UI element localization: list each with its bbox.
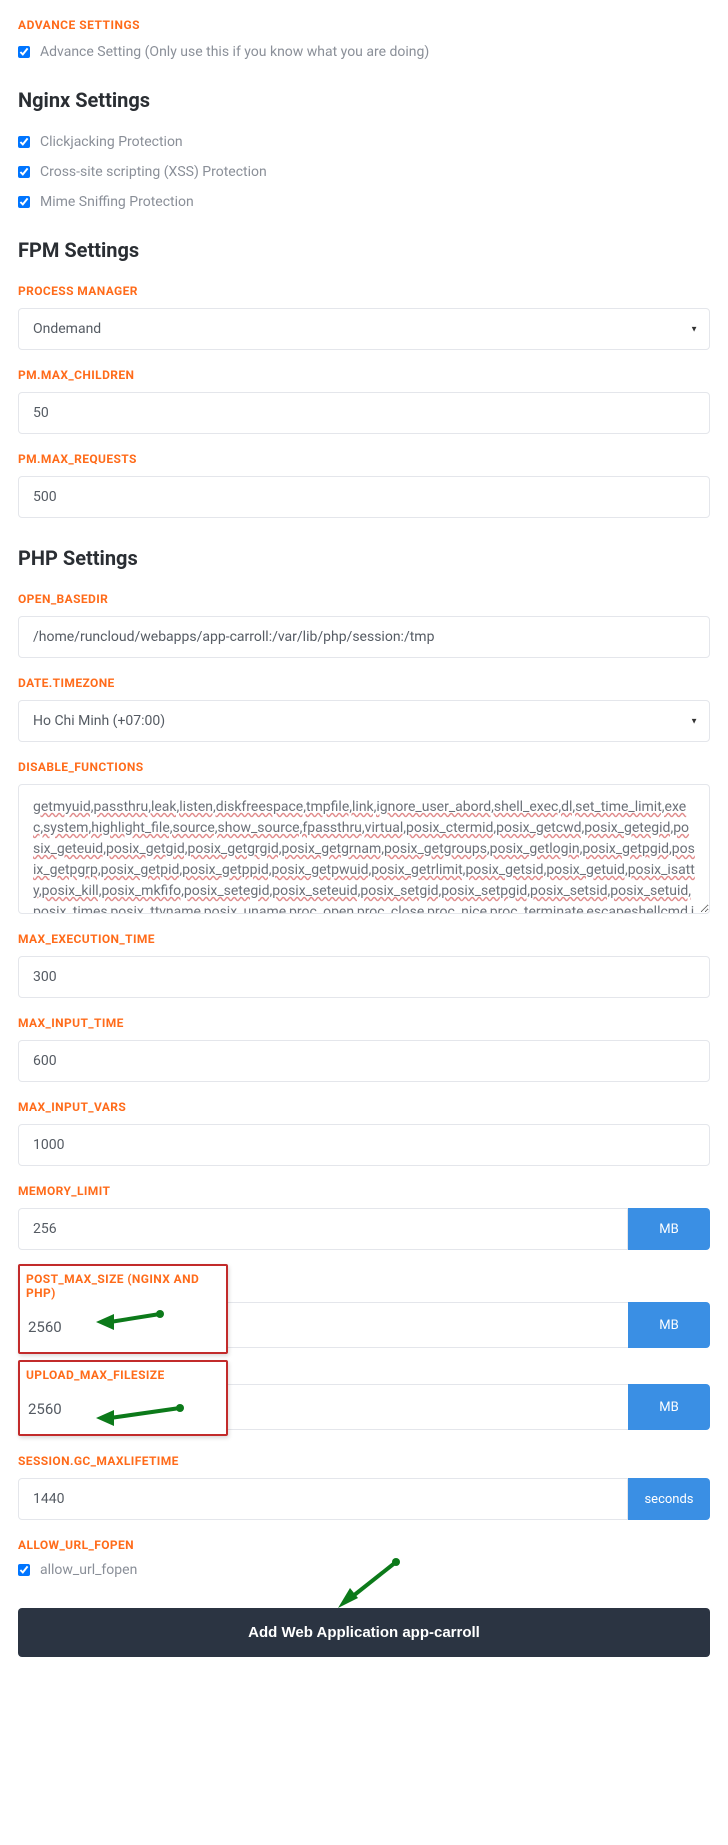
xss-checkbox[interactable]	[18, 166, 30, 178]
max-execution-time-label: MAX_EXECUTION_TIME	[18, 932, 710, 946]
upload-max-filesize-label: UPLOAD_MAX_FILESIZE	[26, 1368, 218, 1382]
max-input-time-input[interactable]	[18, 1040, 710, 1082]
process-manager-select[interactable]: Ondemand	[18, 308, 710, 350]
session-gc-label: SESSION.GC_MAXLIFETIME	[18, 1454, 710, 1468]
post-max-size-input[interactable]	[26, 1308, 218, 1346]
mime-label: Mime Sniffing Protection	[40, 194, 194, 210]
disable-functions-label: DISABLE_FUNCTIONS	[18, 760, 710, 774]
memory-limit-label: MEMORY_LIMIT	[18, 1184, 710, 1198]
pm-max-requests-input[interactable]	[18, 476, 710, 518]
timezone-select[interactable]: Ho Chi Minh (+07:00)	[18, 700, 710, 742]
mb-suffix: MB	[628, 1302, 710, 1348]
pm-max-requests-label: PM.MAX_REQUESTS	[18, 452, 710, 466]
fpm-settings-heading: FPM Settings	[18, 238, 710, 262]
max-execution-time-input[interactable]	[18, 956, 710, 998]
clickjacking-checkbox[interactable]	[18, 136, 30, 148]
mb-suffix: MB	[628, 1384, 710, 1430]
upload-max-filesize-highlight: UPLOAD_MAX_FILESIZE	[18, 1360, 228, 1436]
xss-label: Cross-site scripting (XSS) Protection	[40, 164, 267, 180]
timezone-label: DATE.TIMEZONE	[18, 676, 710, 690]
clickjacking-row[interactable]: Clickjacking Protection	[18, 134, 710, 150]
advance-setting-checkbox-row[interactable]: Advance Setting (Only use this if you kn…	[18, 44, 710, 60]
disable-functions-textarea[interactable]: getmyuid,passthru,leak,listen,diskfreesp…	[18, 784, 710, 914]
php-settings-heading: PHP Settings	[18, 546, 710, 570]
advance-setting-checkbox[interactable]	[18, 46, 30, 58]
max-input-time-label: MAX_INPUT_TIME	[18, 1016, 710, 1030]
advance-setting-label: Advance Setting (Only use this if you kn…	[40, 44, 429, 60]
clickjacking-label: Clickjacking Protection	[40, 134, 183, 150]
max-input-vars-label: MAX_INPUT_VARS	[18, 1100, 710, 1114]
add-web-application-button[interactable]: Add Web Application app-carroll	[18, 1608, 710, 1657]
allow-url-fopen-label: ALLOW_URL_FOPEN	[18, 1538, 710, 1552]
allow-url-fopen-checkbox[interactable]	[18, 1564, 30, 1576]
allow-url-fopen-checkbox-label: allow_url_fopen	[40, 1562, 137, 1578]
post-max-size-label: POST_MAX_SIZE (NGINX AND PHP)	[26, 1272, 218, 1300]
upload-max-filesize-input[interactable]	[26, 1390, 218, 1428]
mb-suffix: MB	[628, 1208, 710, 1250]
pm-max-children-label: PM.MAX_CHILDREN	[18, 368, 710, 382]
advance-settings-heading: ADVANCE SETTINGS	[18, 18, 710, 32]
session-gc-input[interactable]	[18, 1478, 628, 1520]
nginx-settings-heading: Nginx Settings	[18, 88, 710, 112]
memory-limit-input[interactable]	[18, 1208, 628, 1250]
seconds-suffix: seconds	[628, 1478, 710, 1520]
max-input-vars-input[interactable]	[18, 1124, 710, 1166]
process-manager-label: PROCESS MANAGER	[18, 284, 710, 298]
pm-max-children-input[interactable]	[18, 392, 710, 434]
xss-row[interactable]: Cross-site scripting (XSS) Protection	[18, 164, 710, 180]
allow-url-fopen-row[interactable]: allow_url_fopen	[18, 1562, 710, 1578]
mime-row[interactable]: Mime Sniffing Protection	[18, 194, 710, 210]
open-basedir-input[interactable]	[18, 616, 710, 658]
post-max-size-highlight: POST_MAX_SIZE (NGINX AND PHP)	[18, 1264, 228, 1354]
mime-checkbox[interactable]	[18, 196, 30, 208]
open-basedir-label: OPEN_BASEDIR	[18, 592, 710, 606]
